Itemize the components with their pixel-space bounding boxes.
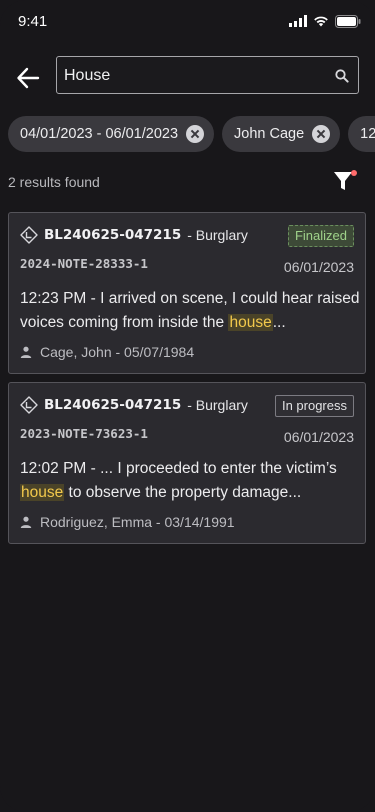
excerpt-text: 12:23 PM - I arrived on scene, I could h… <box>20 290 360 331</box>
case-type: - Burglary <box>187 227 248 243</box>
search-highlight: house <box>228 314 273 331</box>
filter-chip-label: 123 <box>360 126 375 142</box>
filter-chip-label: John Cage <box>234 126 305 142</box>
status-time: 9:41 <box>18 13 48 30</box>
excerpt-text: to observe the property damage... <box>64 484 302 501</box>
excerpt-text: 12:02 PM - ... I proceeded to enter the … <box>20 460 337 477</box>
status-icons <box>289 14 361 28</box>
filter-chip-date-range[interactable]: 04/01/2023 - 06/01/2023 <box>8 116 215 152</box>
cellular-signal-icon <box>289 15 307 27</box>
filter-chip-label: 04/01/2023 - 06/01/2023 <box>20 126 179 142</box>
status-badge: In progress <box>274 395 354 417</box>
close-icon[interactable] <box>312 125 331 143</box>
note-date: 06/01/2023 <box>283 259 354 275</box>
person-info: Rodriguez, Emma - 03/14/1991 <box>20 514 235 530</box>
case-header: BL240625-047215 - Burglary <box>20 226 248 244</box>
search-box <box>56 56 359 94</box>
case-id: BL240625-047215 <box>44 397 182 413</box>
result-card[interactable]: BL240625-047215 - Burglary Finalized 202… <box>8 212 366 374</box>
filter-chip-more[interactable]: 123 <box>348 116 375 152</box>
app-screen: 9:41 House 04/01/2023 - 06/01/2023 John … <box>0 0 375 812</box>
case-id: BL240625-047215 <box>44 227 182 243</box>
excerpt-text: ... <box>272 314 286 331</box>
wifi-icon <box>314 16 328 27</box>
case-header: BL240625-047215 - Burglary <box>20 396 248 414</box>
person-icon <box>20 516 32 528</box>
arrow-left-icon <box>17 67 40 89</box>
status-badge: Finalized <box>287 225 354 247</box>
person-name: Cage, John - 05/07/1984 <box>40 344 195 360</box>
filter-chip-person[interactable]: John Cage <box>222 116 341 152</box>
person-name: Rodriguez, Emma - 03/14/1991 <box>40 514 235 530</box>
note-id: 2023-NOTE-73623-1 <box>20 426 148 441</box>
case-tag-icon <box>20 396 38 414</box>
person-icon <box>20 346 32 358</box>
case-tag-icon <box>20 226 38 244</box>
case-type: - Burglary <box>187 397 248 413</box>
filter-active-dot <box>351 170 357 176</box>
note-excerpt: 12:02 PM - ... I proceeded to enter the … <box>20 457 360 505</box>
search-highlight: house <box>20 484 65 501</box>
back-button[interactable] <box>15 66 41 90</box>
result-card[interactable]: BL240625-047215 - Burglary In progress 2… <box>8 382 366 544</box>
note-excerpt: 12:23 PM - I arrived on scene, I could h… <box>20 287 360 335</box>
note-id: 2024-NOTE-28333-1 <box>20 256 148 271</box>
person-info: Cage, John - 05/07/1984 <box>20 344 194 360</box>
note-date: 06/01/2023 <box>283 429 354 445</box>
filter-chips: 04/01/2023 - 06/01/2023 John Cage 123 <box>8 116 375 152</box>
search-input[interactable] <box>64 66 324 86</box>
close-icon[interactable] <box>186 125 205 143</box>
search-icon[interactable] <box>335 69 349 83</box>
status-bar: 9:41 <box>0 0 375 44</box>
filter-button[interactable] <box>332 169 360 195</box>
results-count: 2 results found <box>8 174 100 190</box>
battery-icon <box>335 14 361 28</box>
